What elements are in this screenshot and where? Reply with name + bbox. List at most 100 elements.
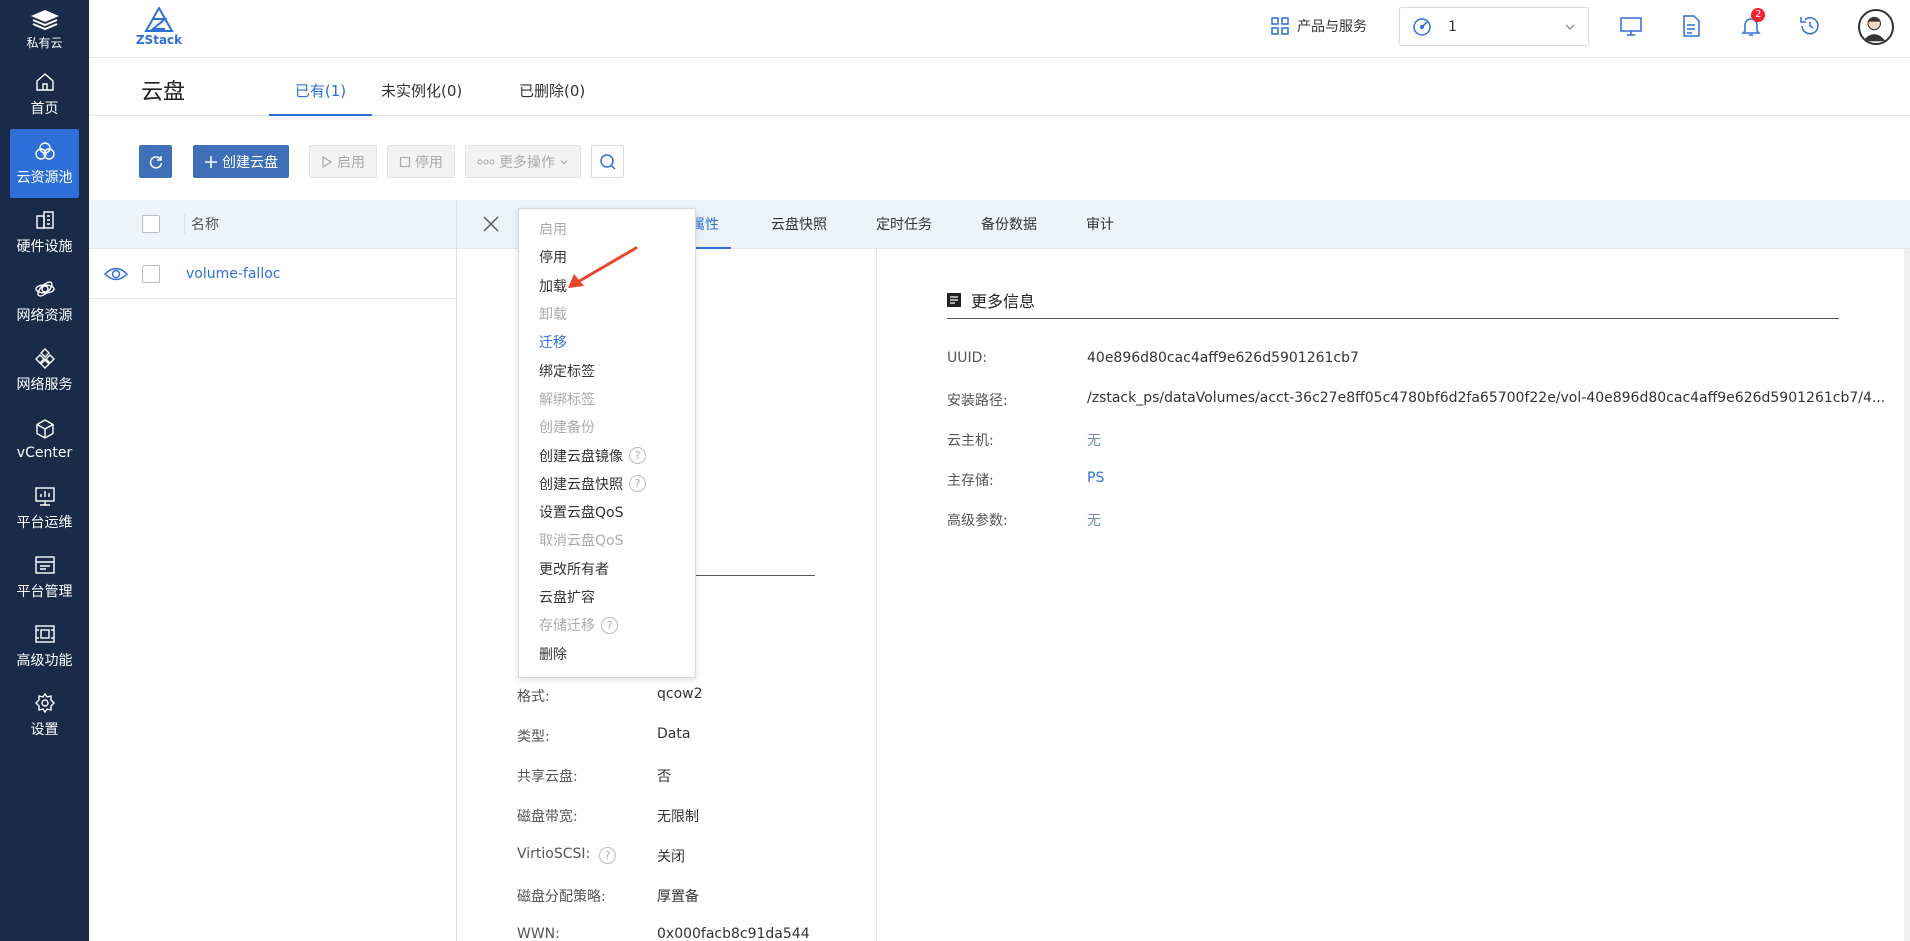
menu-item-label: 删除: [539, 646, 567, 663]
help-icon[interactable]: ?: [629, 475, 646, 493]
menu-item-start[interactable]: 启用: [519, 215, 695, 243]
private-cloud-logo[interactable]: 私有云: [0, 0, 89, 60]
notification-badge: 2: [1751, 8, 1766, 22]
tab-deleted[interactable]: 已删除(0): [519, 80, 585, 116]
primary-storage-link[interactable]: PS: [1087, 470, 1104, 486]
zstack-logo[interactable]: ZStack: [136, 7, 182, 49]
prop-label: VirtioSCSI:: [517, 846, 591, 862]
more-actions-label: 更多操作: [499, 154, 555, 171]
info-label: 主存储:: [947, 473, 994, 489]
help-icon[interactable]: ?: [601, 616, 618, 634]
history-button[interactable]: [1798, 14, 1822, 38]
sidebar-item-resource-pool[interactable]: 云资源池: [10, 129, 79, 198]
menu-item-label: 更改所有者: [539, 561, 609, 578]
more-actions-button[interactable]: 更多操作: [465, 145, 581, 178]
tab-uninstantiated[interactable]: 未实例化(0): [381, 80, 462, 116]
prop-value: 厚置备: [657, 889, 699, 905]
menu-item-label: 创建备份: [539, 420, 595, 437]
menu-item-change-owner[interactable]: 更改所有者: [519, 555, 695, 583]
notifications-button[interactable]: 2: [1739, 8, 1766, 38]
menu-item-label: 取消云盘QoS: [539, 533, 624, 550]
sidebar-item-network-resource[interactable]: 网络资源: [0, 267, 89, 336]
table-row[interactable]: volume-falloc: [89, 249, 456, 299]
menu-item-label: 停用: [539, 250, 567, 267]
menu-item-resize[interactable]: 云盘扩容: [519, 583, 695, 611]
eye-icon[interactable]: [104, 265, 128, 283]
sidebar-item-network-service[interactable]: 网络服务: [0, 336, 89, 405]
sidebar-item-ops[interactable]: 平台运维: [0, 474, 89, 543]
menu-item-storage-migrate[interactable]: 存储迁移?: [519, 611, 695, 639]
column-name-header[interactable]: 名称: [184, 214, 219, 234]
create-volume-label: 创建云盘: [222, 154, 278, 171]
tab-properties[interactable]: 属性: [691, 214, 731, 249]
project-select[interactable]: 1: [1399, 7, 1589, 46]
network-resource-icon: [34, 281, 55, 297]
sidebar-item-settings[interactable]: 设置: [0, 681, 89, 750]
sidebar-item-label: 首页: [30, 101, 59, 117]
project-dial-icon: [1413, 17, 1431, 36]
chevron-down-icon: [1565, 24, 1575, 30]
console-button[interactable]: [1619, 14, 1643, 38]
page-title: 云盘: [141, 80, 186, 105]
page-titlebar: 云盘 已有(1) 未实例化(0) 已删除(0): [89, 58, 1910, 116]
start-button[interactable]: 启用: [309, 145, 377, 178]
tab-existing[interactable]: 已有(1): [269, 80, 372, 116]
refresh-button[interactable]: [139, 145, 172, 178]
help-icon[interactable]: ?: [599, 847, 616, 864]
menu-item-create-volume-snapshot[interactable]: 创建云盘快照?: [519, 470, 695, 498]
row-checkbox[interactable]: [142, 264, 160, 283]
prop-value: 0x000facb8c91da544: [657, 926, 810, 941]
sidebar-item-label: vCenter: [16, 445, 73, 461]
search-button[interactable]: [591, 145, 624, 178]
sidebar-item-vcenter[interactable]: vCenter: [0, 405, 89, 474]
refresh-icon: [149, 155, 162, 169]
menu-item-bind-tag[interactable]: 绑定标签: [519, 356, 695, 384]
document-icon: [1683, 15, 1700, 37]
menu-item-create-backup[interactable]: 创建备份: [519, 413, 695, 441]
tab-backup-data[interactable]: 备份数据: [981, 214, 1037, 249]
section-divider: [685, 575, 815, 576]
prop-label: 格式:: [517, 689, 550, 705]
help-icon[interactable]: ?: [629, 447, 646, 465]
create-volume-button[interactable]: 创建云盘: [193, 145, 289, 178]
home-icon: [35, 73, 54, 91]
volume-table: 名称 volume-falloc: [89, 200, 456, 941]
menu-item-label: 创建云盘镜像: [539, 448, 623, 465]
network-service-icon: [34, 348, 55, 369]
menu-item-migrate[interactable]: 迁移: [519, 328, 695, 356]
sidebar-item-label: 平台管理: [16, 584, 73, 600]
panel-divider: [876, 249, 877, 941]
products-services-menu[interactable]: 产品与服务: [1271, 16, 1367, 36]
menu-item-unbind-tag[interactable]: 解绑标签: [519, 385, 695, 413]
user-avatar[interactable]: [1858, 9, 1894, 45]
tab-audit[interactable]: 审计: [1086, 214, 1114, 249]
prop-value: 关闭: [657, 849, 685, 865]
docs-button[interactable]: [1679, 14, 1703, 38]
history-clock-icon: [1800, 17, 1819, 35]
menu-item-set-qos[interactable]: 设置云盘QoS: [519, 498, 695, 526]
sidebar-item-advanced[interactable]: 高级功能: [0, 612, 89, 681]
sidebar-item-hardware[interactable]: 硬件设施: [0, 198, 89, 267]
sidebar-item-platform-manage[interactable]: 平台管理: [0, 543, 89, 612]
info-value: /zstack_ps/dataVolumes/acct-36c27e8ff05c…: [1087, 390, 1886, 406]
stop-button[interactable]: 停用: [387, 145, 455, 178]
prop-value: qcow2: [657, 686, 703, 702]
settings-icon: [34, 692, 55, 714]
top-header: ZStack 产品与服务 1 2: [89, 0, 1910, 58]
menu-item-create-volume-image[interactable]: 创建云盘镜像?: [519, 441, 695, 469]
resource-pool-icon: [34, 142, 55, 160]
scrollbar[interactable]: [1904, 249, 1910, 941]
info-label: UUID:: [947, 350, 988, 366]
annotation-arrow-icon: [568, 246, 638, 288]
play-icon: [322, 155, 333, 168]
tab-scheduled-jobs[interactable]: 定时任务: [876, 214, 932, 249]
sidebar-item-home[interactable]: 首页: [0, 60, 89, 129]
select-all-checkbox[interactable]: [142, 215, 160, 233]
hardware-icon: [35, 211, 54, 229]
close-icon[interactable]: [481, 214, 501, 234]
menu-item-delete[interactable]: 删除: [519, 639, 695, 667]
menu-item-detach[interactable]: 卸载: [519, 300, 695, 328]
tab-volume-snapshots[interactable]: 云盘快照: [771, 214, 827, 249]
volume-name-link[interactable]: volume-falloc: [186, 266, 280, 282]
menu-item-cancel-qos[interactable]: 取消云盘QoS: [519, 526, 695, 554]
